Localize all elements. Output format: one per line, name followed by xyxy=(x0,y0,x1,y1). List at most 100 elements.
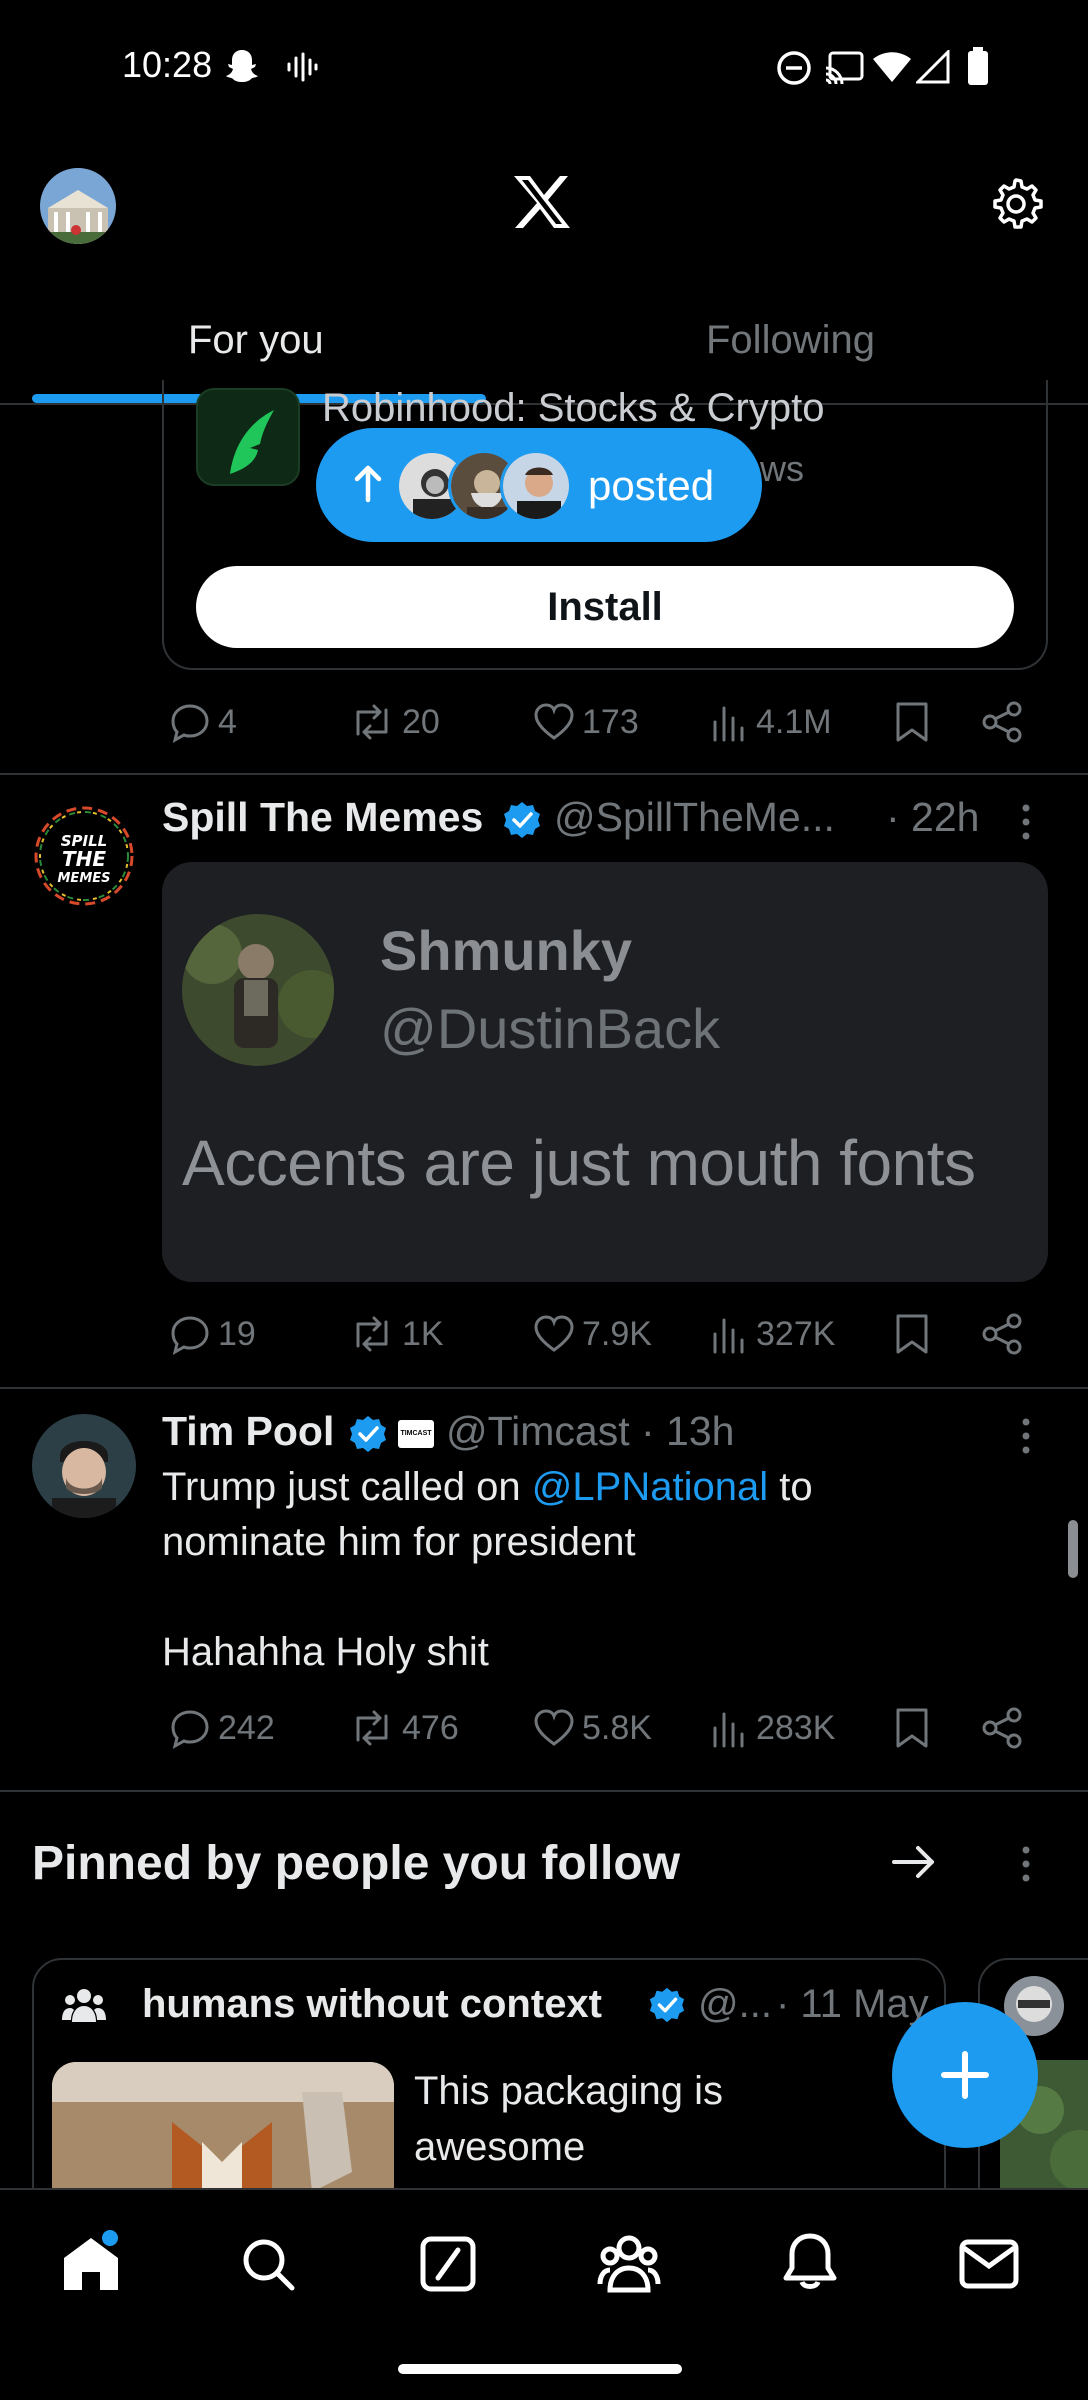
ad-app-title: Robinhood: Stocks & Crypto xyxy=(322,386,825,430)
quoted-name: Shmunky xyxy=(380,919,633,982)
gesture-home-bar[interactable] xyxy=(398,2364,682,2374)
bookmark-icon[interactable] xyxy=(892,1706,932,1750)
reply-icon xyxy=(171,704,209,743)
svg-text:MEMES: MEMES xyxy=(58,871,111,886)
verified-badge-icon xyxy=(348,1414,388,1454)
communities-icon[interactable] xyxy=(596,2232,662,2296)
settings-gear-icon[interactable] xyxy=(986,174,1046,234)
pinned-author-handle[interactable]: @... xyxy=(698,1982,772,2027)
battery-icon xyxy=(966,46,990,86)
author-name[interactable]: Tim Pool xyxy=(162,1408,334,1455)
grok-icon[interactable] xyxy=(418,2234,478,2294)
wifi-icon xyxy=(872,50,912,84)
share-icon[interactable] xyxy=(980,1706,1024,1750)
post-text-line-1: Trump just called on @LPNational to xyxy=(162,1460,813,1515)
author-name[interactable]: Spill The Memes xyxy=(162,794,483,841)
like-button[interactable]: 7.9K xyxy=(532,1312,652,1356)
more-options-icon[interactable] xyxy=(1016,800,1036,844)
spill-the-memes-avatar[interactable]: SPILL THE MEMES xyxy=(32,804,136,908)
reply-button[interactable]: 4 xyxy=(168,700,237,744)
pinned-author-name[interactable]: humans without context xyxy=(142,1982,602,2027)
views-button[interactable]: 283K xyxy=(710,1706,835,1750)
repost-count: 20 xyxy=(402,702,440,741)
reply-icon xyxy=(171,1710,209,1749)
arrow-up-icon xyxy=(352,464,384,504)
posted-avatar-3 xyxy=(500,450,572,522)
author-handle[interactable]: @SpillTheMe... xyxy=(554,794,835,841)
notifications-icon[interactable] xyxy=(780,2230,840,2294)
messages-icon[interactable] xyxy=(958,2236,1020,2292)
repost-icon xyxy=(356,704,388,740)
home-icon[interactable] xyxy=(58,2230,124,2296)
reply-count: 242 xyxy=(218,1708,275,1747)
pinned-post-text-line-1: This packaging is xyxy=(414,2069,724,2113)
profile-avatar[interactable] xyxy=(40,168,116,244)
reply-button[interactable]: 242 xyxy=(168,1706,275,1750)
repost-count: 1K xyxy=(402,1314,444,1353)
bookmark-icon[interactable] xyxy=(892,1312,932,1356)
voice-icon xyxy=(284,50,318,84)
like-count: 5.8K xyxy=(582,1708,652,1747)
pinned-post-text-line-2: awesome xyxy=(414,2125,586,2169)
install-button[interactable]: Install xyxy=(196,566,1014,648)
views-icon xyxy=(713,1318,744,1354)
post-text: to xyxy=(768,1465,813,1509)
cast-icon xyxy=(824,50,864,86)
views-count: 327K xyxy=(756,1314,836,1353)
views-button[interactable]: 327K xyxy=(710,1312,835,1356)
post-divider xyxy=(0,773,1088,775)
quoted-handle: @DustinBack xyxy=(380,997,721,1060)
svg-text:THE: THE xyxy=(62,847,106,871)
scrollbar[interactable] xyxy=(1068,1520,1078,1578)
repost-icon xyxy=(356,1316,388,1352)
status-time: 10:28 xyxy=(122,44,213,85)
repost-button[interactable]: 1K xyxy=(348,1312,444,1356)
ad-subtitle: ws xyxy=(760,448,804,489)
post-time: · 22h xyxy=(886,794,980,840)
reply-icon xyxy=(171,1316,209,1355)
views-count: 4.1M xyxy=(756,702,832,741)
tab-following[interactable]: Following xyxy=(706,318,875,363)
post-divider xyxy=(0,1790,1088,1792)
reply-button[interactable]: 19 xyxy=(168,1312,256,1356)
bookmark-icon[interactable] xyxy=(892,700,932,744)
posted-label: posted xyxy=(588,462,715,509)
like-button[interactable]: 173 xyxy=(532,700,639,744)
mention-link[interactable]: @LPNational xyxy=(532,1465,768,1509)
views-button[interactable]: 4.1M xyxy=(710,700,832,744)
search-icon[interactable] xyxy=(238,2234,298,2294)
reply-count: 19 xyxy=(218,1314,256,1353)
share-icon[interactable] xyxy=(980,1312,1024,1356)
snapchat-icon xyxy=(222,46,262,86)
verified-badge-icon xyxy=(648,1986,686,2024)
heart-icon xyxy=(534,1315,574,1352)
post-text: Trump just called on xyxy=(162,1465,532,1509)
more-options-icon[interactable] xyxy=(1016,1842,1036,1886)
repost-icon xyxy=(356,1710,388,1746)
tim-pool-avatar[interactable] xyxy=(32,1414,136,1518)
share-icon[interactable] xyxy=(980,700,1024,744)
like-button[interactable]: 5.8K xyxy=(532,1706,652,1750)
like-count: 7.9K xyxy=(582,1314,652,1353)
more-options-icon[interactable] xyxy=(1016,1414,1036,1458)
heart-icon xyxy=(534,1709,574,1746)
compose-button[interactable] xyxy=(892,2002,1038,2148)
post-text-line-2: nominate him for president xyxy=(162,1520,636,1564)
tab-for-you[interactable]: For you xyxy=(188,318,324,363)
timcast-affiliate-badge: TIMCAST xyxy=(398,1420,434,1448)
repost-count: 476 xyxy=(402,1708,459,1747)
signal-icon xyxy=(916,50,950,84)
arrow-right-icon[interactable] xyxy=(890,1840,938,1884)
author-handle[interactable]: @Timcast · 13h xyxy=(446,1408,734,1455)
verified-badge-icon xyxy=(502,800,542,840)
pinned-section-title: Pinned by people you follow xyxy=(32,1837,681,1890)
repost-button[interactable]: 20 xyxy=(348,700,440,744)
robinhood-logo-icon xyxy=(196,388,300,486)
repost-button[interactable]: 476 xyxy=(348,1706,459,1750)
views-count: 283K xyxy=(756,1708,836,1747)
post-divider xyxy=(0,1387,1088,1389)
reply-count: 4 xyxy=(218,702,237,741)
heart-icon xyxy=(534,703,574,740)
dnd-icon xyxy=(776,50,812,86)
x-logo-icon[interactable] xyxy=(512,174,572,230)
